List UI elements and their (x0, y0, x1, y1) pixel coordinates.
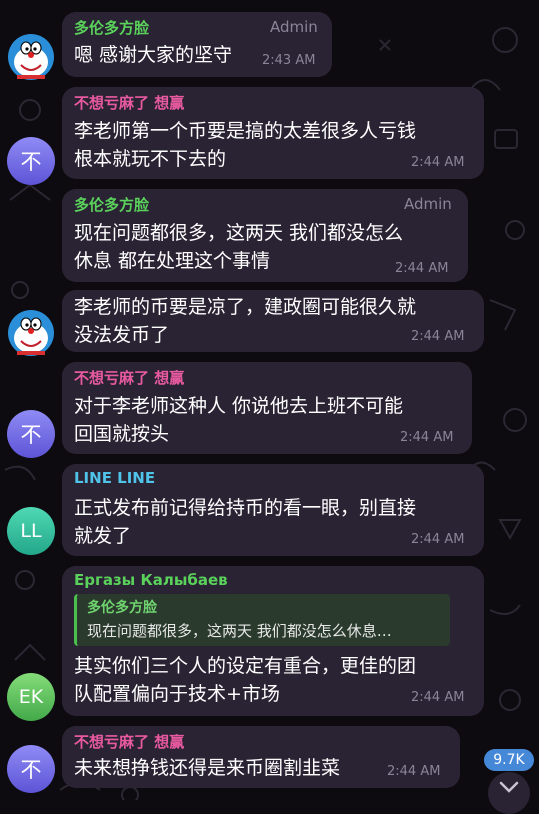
message-time: 2:44 AM (411, 155, 465, 170)
admin-badge: Admin (270, 18, 318, 36)
quote-text: 现在问题都很多，这两天 我们都没怎么休息… (87, 622, 392, 640)
message-text: 李老师第一个币要是搞的太差很多人亏钱 (74, 120, 417, 142)
message-bubble[interactable]: LINE LINE 正式发布前记得给持币的看一眼，别直接 就发了 2:44 AM (62, 464, 484, 556)
message-time: 2:44 AM (400, 430, 454, 445)
message-text: 李老师的币要是凉了，建政圈可能很久就 (74, 296, 417, 318)
message-text: 嗯 感谢大家的坚守 (74, 44, 233, 66)
user-avatar[interactable]: 不 (7, 410, 55, 458)
message-text: 现在问题都很多，这两天 我们都没怎么 (74, 222, 404, 244)
sender-name[interactable]: LINE LINE (74, 469, 155, 487)
sender-name[interactable]: 不想亏麻了 想赢 (74, 367, 184, 388)
doraemon-avatar-icon[interactable] (7, 309, 55, 357)
message-bubble[interactable]: 不想亏麻了 想赢 未来想挣钱还得是来币圈割韭菜 2:44 AM (62, 726, 460, 788)
message-bubble[interactable]: 不想亏麻了 想赢 对于李老师这种人 你说他去上班不可能 回国就按头 2:44 A… (62, 362, 472, 454)
message-text: 队配置偏向于技术+市场 (74, 683, 280, 705)
message-bubble[interactable]: Ергазы Калыбаев 多伦多方脸 现在问题都很多，这两天 我们都没怎么… (62, 566, 484, 716)
message-time: 2:44 AM (411, 690, 465, 705)
message-text: 对于李老师这种人 你说他去上班不可能 (74, 395, 404, 417)
doraemon-avatar-icon[interactable] (7, 33, 55, 81)
message-text: 回国就按头 (74, 423, 170, 445)
message-text: 未来想挣钱还得是来币圈割韭菜 (74, 757, 341, 779)
user-avatar[interactable]: 不 (7, 137, 55, 185)
sender-name[interactable]: 不想亏麻了 想赢 (74, 92, 184, 113)
sender-name[interactable]: 多伦多方脸 (74, 17, 149, 38)
message-bubble[interactable]: 李老师的币要是凉了，建政圈可能很久就 没法发币了 2:44 AM (62, 290, 484, 352)
view-count-badge: 9.7K (484, 749, 534, 771)
message-time: 2:43 AM (262, 53, 316, 68)
scroll-down-button[interactable] (488, 772, 530, 814)
sender-name[interactable]: Ергазы Калыбаев (74, 571, 228, 589)
message-bubble[interactable]: 多伦多方脸 Admin 嗯 感谢大家的坚守 2:43 AM (62, 12, 332, 77)
message-text: 根本就玩不下去的 (74, 148, 227, 170)
message-text: 正式发布前记得给持币的看一眼，别直接 (74, 497, 417, 519)
message-bubble[interactable]: 不想亏麻了 想赢 李老师第一个币要是搞的太差很多人亏钱 根本就玩不下去的 2:4… (62, 87, 484, 179)
chevron-down-icon (499, 781, 519, 793)
admin-badge: Admin (404, 195, 452, 213)
message-bubble[interactable]: 多伦多方脸 Admin 现在问题都很多，这两天 我们都没怎么 休息 都在处理这个… (62, 189, 468, 282)
sender-name[interactable]: 多伦多方脸 (74, 194, 149, 215)
message-time: 2:44 AM (395, 261, 449, 276)
quote-sender-name: 多伦多方脸 (87, 600, 157, 616)
message-text: 没法发币了 (74, 324, 170, 346)
user-avatar[interactable]: 不 (7, 745, 55, 793)
message-text: 就发了 (74, 525, 132, 547)
message-time: 2:44 AM (387, 764, 441, 779)
message-text: 其实你们三个人的设定有重合，更佳的团 (74, 655, 417, 677)
sender-name[interactable]: 不想亏麻了 想赢 (74, 731, 184, 752)
message-time: 2:44 AM (411, 329, 465, 344)
user-avatar[interactable]: EK (7, 673, 55, 721)
reply-quote[interactable]: 多伦多方脸 现在问题都很多，这两天 我们都没怎么休息… (74, 594, 450, 646)
message-time: 2:44 AM (411, 532, 465, 547)
user-avatar[interactable]: LL (7, 507, 55, 555)
message-text: 休息 都在处理这个事情 (74, 250, 271, 272)
